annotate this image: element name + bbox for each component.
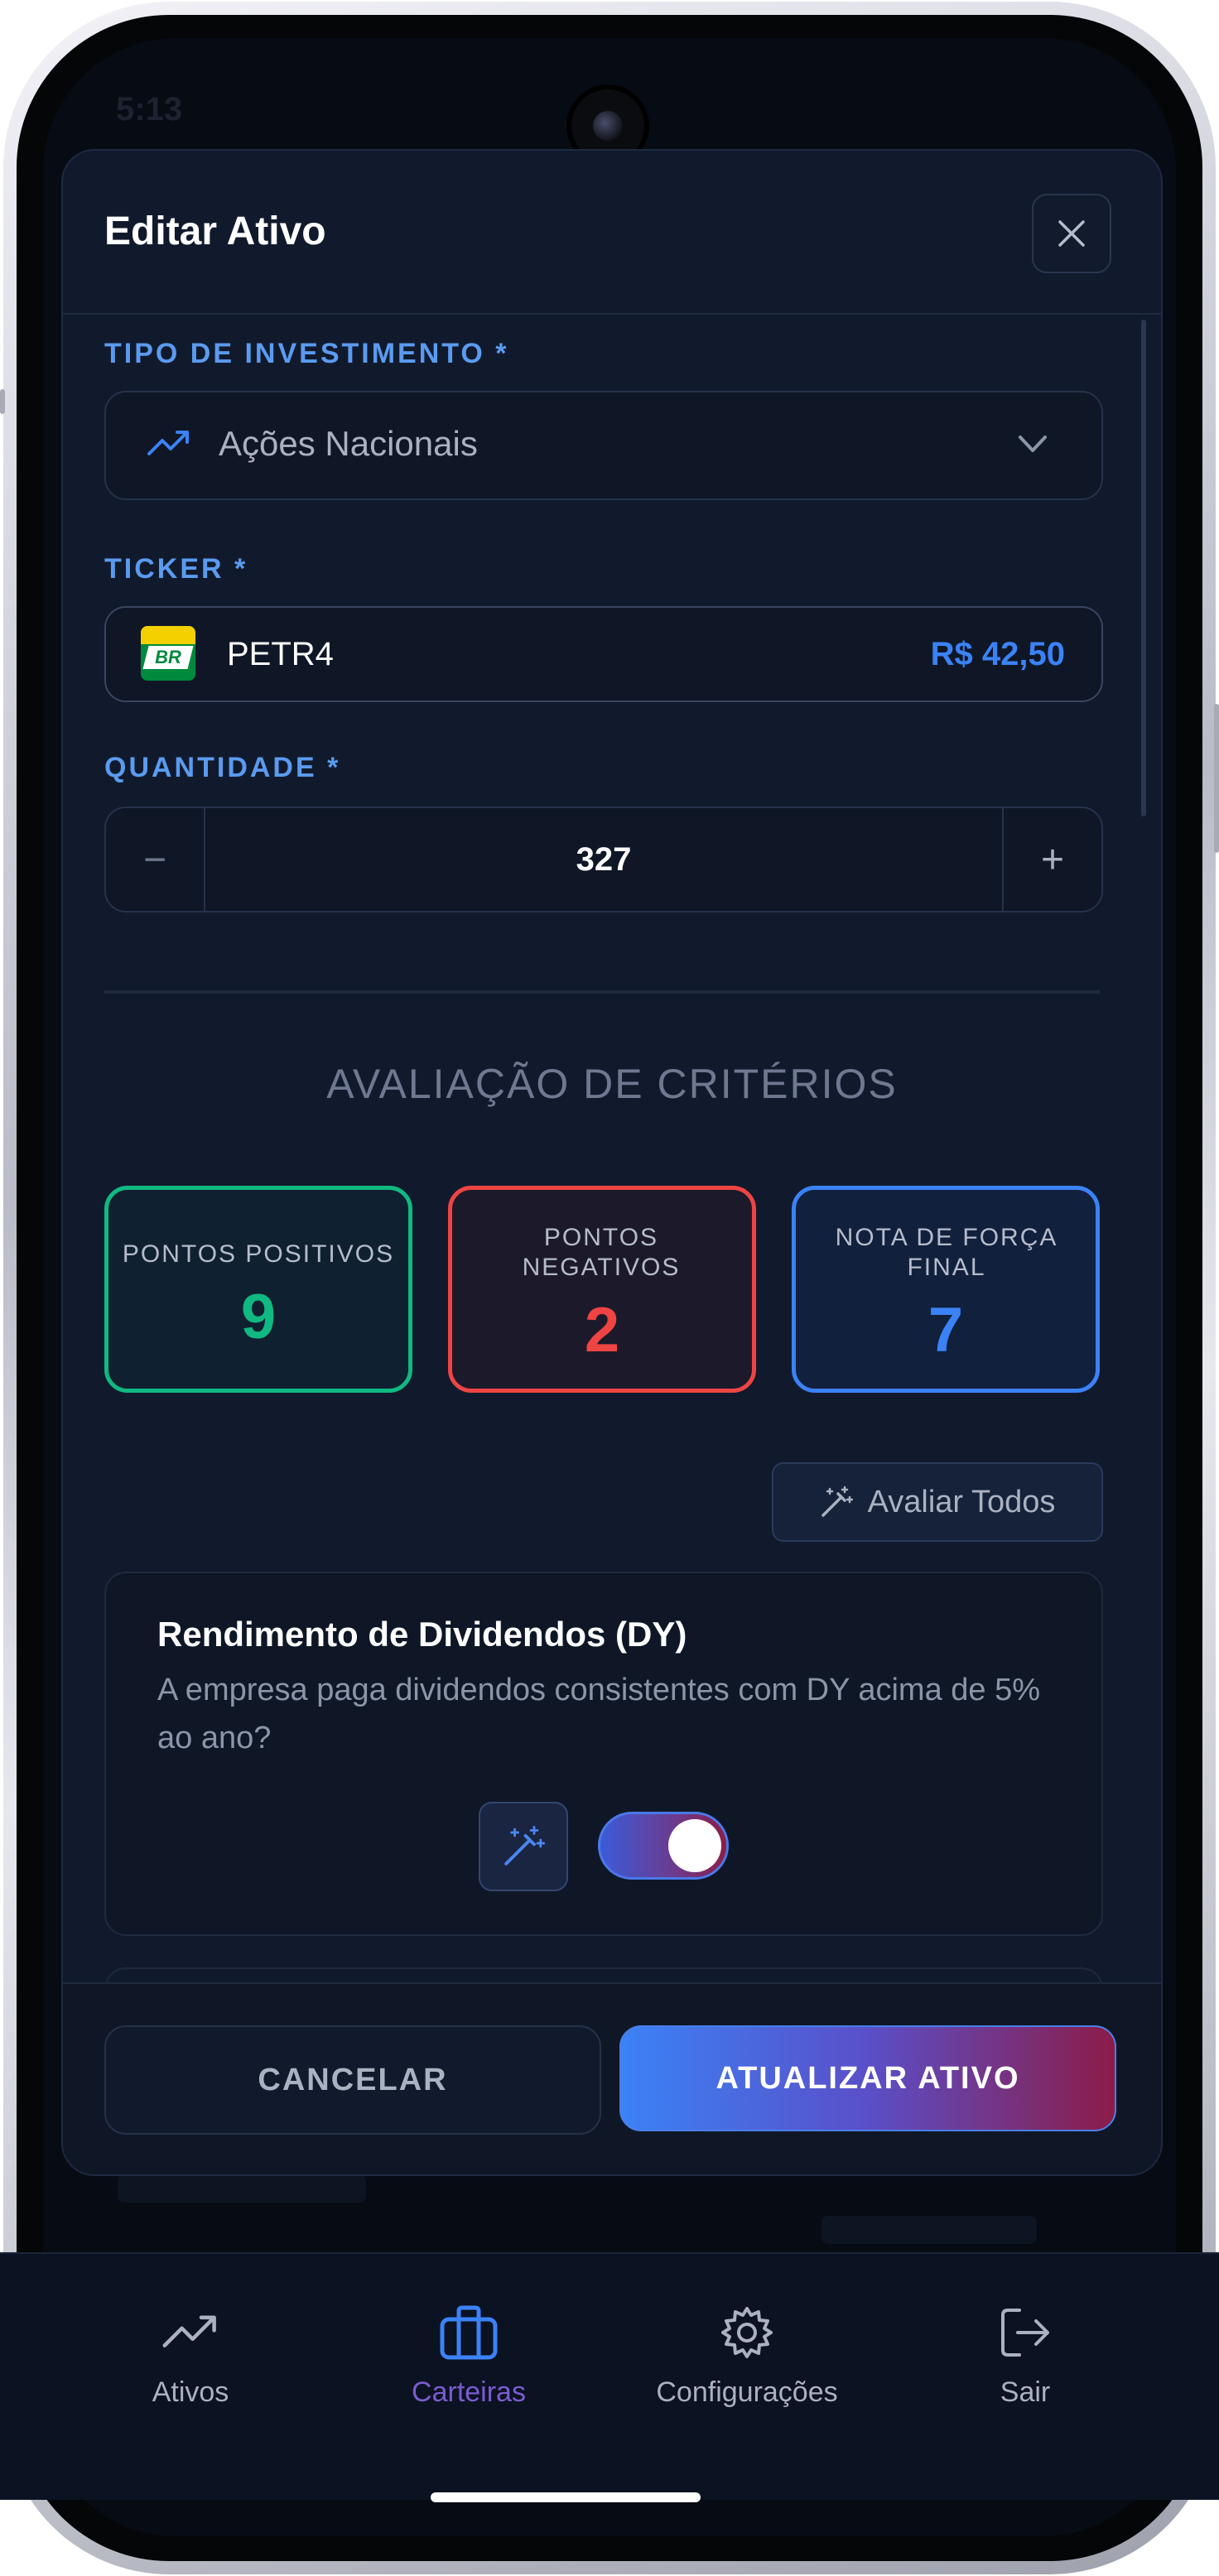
- home-indicator[interactable]: [431, 2492, 701, 2502]
- investment-type-value: Ações Nacionais: [219, 424, 478, 463]
- positive-points-card: PONTOS POSITIVOS 9: [104, 1186, 412, 1393]
- investment-type-label: TIPO DE INVESTIMENTO *: [104, 338, 509, 369]
- negative-points-value: 2: [584, 1295, 620, 1365]
- criterion-title: Rendimento de Dividendos (DY): [157, 1615, 687, 1654]
- close-icon: [1058, 220, 1085, 247]
- investment-type-select[interactable]: Ações Nacionais: [104, 391, 1103, 500]
- briefcase-icon: [440, 2305, 498, 2360]
- ticker-field[interactable]: BR PETR4 R$ 42,50: [104, 606, 1103, 702]
- section-divider: [104, 990, 1100, 994]
- final-score-value: 7: [928, 1295, 964, 1365]
- modal-footer: CANCELAR ATUALIZAR ATIVO: [63, 1982, 1161, 2174]
- cancel-button[interactable]: CANCELAR: [104, 2025, 601, 2135]
- final-score-card: NOTA DE FORÇA FINAL 7: [792, 1186, 1100, 1393]
- negative-points-card: PONTOS NEGATIVOS 2: [448, 1186, 756, 1393]
- criterion-description: A empresa paga dividendos consistentes c…: [157, 1673, 1041, 1755]
- plus-icon: +: [1040, 837, 1065, 882]
- ticker-price: R$ 42,50: [930, 636, 1065, 672]
- toggle-knob: [668, 1819, 721, 1872]
- nav-label-carteiras: Carteiras: [412, 2376, 526, 2408]
- scrollbar[interactable]: [1141, 320, 1146, 816]
- background-row: [822, 2216, 1037, 2244]
- bottom-nav: Ativos Carteiras Configurações Sair: [0, 2252, 1219, 2502]
- logout-icon: [1001, 2309, 1049, 2357]
- ticker-value: PETR4: [227, 636, 334, 672]
- nav-label-sair: Sair: [1000, 2376, 1051, 2408]
- brazil-flag-icon: BR: [141, 626, 195, 681]
- status-time: 5:13: [116, 91, 183, 128]
- positive-points-label: PONTOS POSITIVOS: [122, 1240, 395, 1268]
- modal-title: Editar Ativo: [104, 209, 326, 253]
- chevron-down-icon: [1019, 436, 1047, 452]
- nav-label-configuracoes: Configurações: [656, 2376, 838, 2408]
- evaluate-all-label: Avaliar Todos: [867, 1484, 1056, 1519]
- gear-icon: [721, 2307, 773, 2358]
- trending-up-icon: [147, 431, 189, 455]
- criterion-toggle[interactable]: [598, 1812, 729, 1880]
- trending-up-icon: [162, 2315, 216, 2347]
- nav-label-ativos: Ativos: [152, 2376, 229, 2408]
- negative-points-label: PONTOS NEGATIVOS: [522, 1224, 681, 1281]
- update-asset-button[interactable]: ATUALIZAR ATIVO: [619, 2025, 1116, 2131]
- magic-wand-icon: [504, 1826, 545, 1866]
- quantity-stepper: − 327 +: [104, 807, 1103, 912]
- evaluate-criterion-button[interactable]: [479, 1802, 568, 1891]
- nav-item-sair[interactable]: Sair: [901, 2295, 1149, 2409]
- final-score-label: NOTA DE FORÇA FINAL: [835, 1224, 1058, 1281]
- modal-header: Editar Ativo: [63, 151, 1161, 315]
- evaluation-title: AVALIAÇÃO DE CRITÉRIOS: [326, 1061, 898, 1107]
- positive-points-value: 9: [240, 1282, 277, 1352]
- side-button: [0, 389, 5, 414]
- nav-item-ativos[interactable]: Ativos: [66, 2295, 315, 2409]
- nav-item-configuracoes[interactable]: Configurações: [623, 2295, 871, 2409]
- close-button[interactable]: [1032, 194, 1111, 273]
- ticker-label: TICKER *: [104, 553, 248, 585]
- flag-text: BR: [155, 647, 181, 667]
- next-criterion-card: [104, 1967, 1103, 1982]
- edit-asset-modal: Editar Ativo TIPO DE INVESTIMENTO * Açõe…: [61, 149, 1163, 2176]
- side-button: [1214, 704, 1219, 853]
- nav-item-carteiras[interactable]: Carteiras: [344, 2295, 593, 2409]
- magic-wand-icon: [821, 1485, 853, 1517]
- background-row: [118, 2174, 366, 2203]
- quantity-value[interactable]: 327: [106, 841, 1101, 879]
- quantity-label: QUANTIDADE *: [104, 752, 341, 783]
- increment-button[interactable]: +: [1004, 808, 1101, 911]
- criterion-card: Rendimento de Dividendos (DY) A empresa …: [104, 1572, 1103, 1936]
- modal-body[interactable]: TIPO DE INVESTIMENTO * Ações Nacionais T…: [63, 315, 1161, 1982]
- evaluate-all-button[interactable]: Avaliar Todos: [772, 1462, 1103, 1542]
